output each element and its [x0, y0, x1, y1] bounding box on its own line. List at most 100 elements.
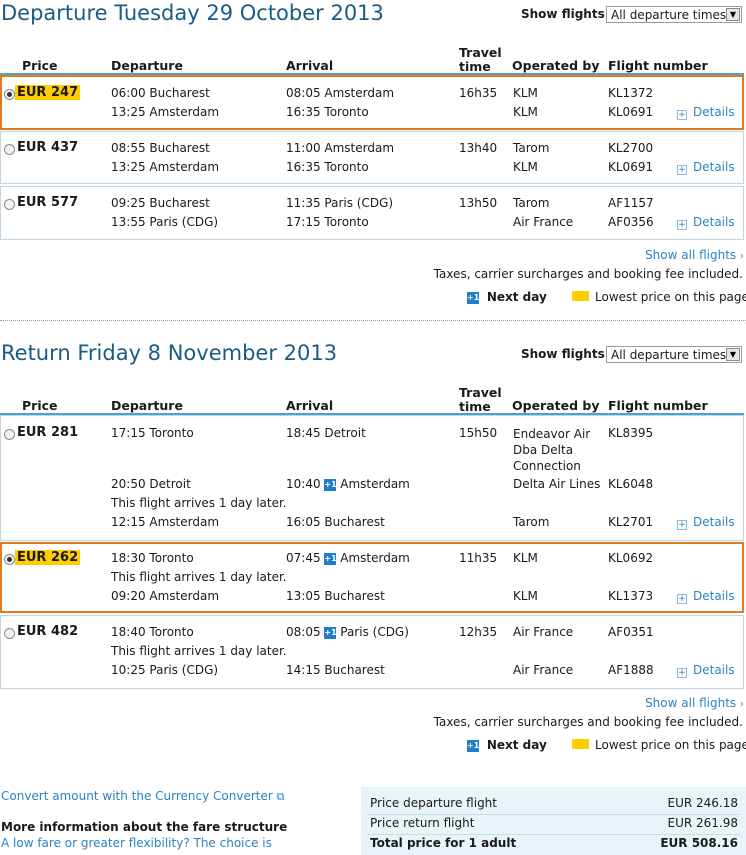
leg-departure: 18:40 Toronto: [111, 625, 194, 639]
taxes-note: Taxes, carrier surcharges and booking fe…: [433, 715, 743, 729]
expand-plus-icon: +: [677, 594, 687, 604]
details-link[interactable]: + Details: [677, 215, 735, 230]
leg-arrival: 08:05 +1 Paris (CDG): [286, 625, 409, 639]
leg-departure: 12:15 Amsterdam: [111, 515, 220, 529]
highlight-swatch-icon: [572, 739, 589, 749]
arrives-later-note: This flight arrives 1 day later.: [111, 496, 287, 510]
leg-arrival: 16:35 Toronto: [286, 160, 369, 174]
summary-return-row: Price return flight EUR 261.98: [370, 816, 738, 830]
flight-number: KL1372: [608, 86, 654, 100]
departure-show-flights-label: Show flights: [521, 7, 605, 21]
leg-arrival: 17:15 Toronto: [286, 215, 369, 229]
flight-number: KL6048: [608, 477, 654, 491]
radio-button[interactable]: [4, 144, 15, 155]
header-departure: Departure: [111, 398, 183, 413]
leg-arrival: 16:05 Bucharest: [286, 515, 385, 529]
arrives-later-note: This flight arrives 1 day later.: [111, 644, 287, 658]
radio-button[interactable]: [4, 199, 15, 210]
next-day-icon: +1: [467, 739, 480, 752]
currency-converter-link[interactable]: Convert amount with the Currency Convert…: [1, 789, 285, 804]
operator: KLM: [513, 105, 538, 119]
flight-option[interactable]: [0, 186, 744, 240]
leg-departure: 09:20 Amsterdam: [111, 589, 220, 603]
price-lowest: EUR 262: [15, 550, 81, 565]
summary-divider: [367, 814, 740, 815]
leg-departure: 13:55 Paris (CDG): [111, 215, 219, 229]
leg-arrival: 08:05 Amsterdam: [286, 86, 395, 100]
lowest-price-legend: Lowest price on this page: [572, 290, 746, 304]
external-link-icon: ⧉: [276, 790, 285, 803]
return-show-flights-label: Show flights: [521, 347, 605, 361]
radio-button[interactable]: [4, 628, 15, 639]
leg-departure: 18:30 Toronto: [111, 551, 194, 565]
flight-number: KL2700: [608, 141, 654, 155]
show-all-flights-link[interactable]: Show all flights ›: [645, 248, 744, 262]
leg-arrival: 10:40 +1 Amsterdam: [286, 477, 410, 491]
header-arrival: Arrival: [286, 58, 334, 73]
header-price: Price: [22, 398, 58, 413]
chevron-right-icon: ›: [740, 251, 744, 262]
return-show-flights-select[interactable]: All departure times ▼: [606, 346, 742, 363]
flight-number: KL2701: [608, 515, 654, 529]
leg-arrival: 11:35 Paris (CDG): [286, 196, 394, 210]
header-operated-by: Operated by: [512, 58, 600, 73]
details-link[interactable]: + Details: [677, 105, 735, 120]
expand-plus-icon: +: [677, 220, 687, 230]
chevron-down-icon: ▼: [726, 8, 740, 21]
operator: KLM: [513, 589, 538, 603]
operator: Air France: [513, 215, 574, 229]
price: EUR 281: [17, 425, 79, 440]
fare-choice-link[interactable]: A low fare or greater flexibility? The c…: [1, 836, 272, 850]
expand-plus-icon: +: [677, 165, 687, 175]
flight-number: KL0692: [608, 551, 654, 565]
leg-departure: 20:50 Detroit: [111, 477, 191, 491]
highlight-swatch-icon: [572, 291, 589, 301]
leg-departure: 17:15 Toronto: [111, 426, 194, 440]
flight-number: AF0356: [608, 215, 654, 229]
travel-time: 11h35: [459, 551, 498, 565]
header-operated-by: Operated by: [512, 398, 600, 413]
flight-number: KL8395: [608, 426, 654, 440]
departure-show-flights-select[interactable]: All departure times ▼: [606, 6, 742, 23]
operator: Air France: [513, 625, 574, 639]
leg-arrival: 14:15 Bucharest: [286, 663, 385, 677]
radio-selected[interactable]: [4, 89, 15, 100]
header-departure: Departure: [111, 58, 183, 73]
leg-departure: 09:25 Bucharest: [111, 196, 210, 210]
operator: KLM: [513, 86, 538, 100]
leg-departure: 06:00 Bucharest: [111, 86, 210, 100]
flight-number: AF1888: [608, 663, 654, 677]
departure-title: Departure Tuesday 29 October 2013: [1, 1, 384, 25]
price: EUR 437: [17, 140, 79, 155]
details-link[interactable]: + Details: [677, 160, 735, 175]
header-travel-time: Travel time: [459, 45, 502, 74]
radio-selected[interactable]: [4, 554, 15, 565]
fare-structure-heading: More information about the fare structur…: [1, 820, 288, 834]
departure-select-value: All departure times: [611, 8, 727, 22]
flight-option-selected[interactable]: [0, 75, 744, 130]
price: EUR 482: [17, 624, 79, 639]
header-flight-number: Flight number: [608, 398, 708, 413]
price: EUR 577: [17, 195, 79, 210]
header-flight-number: Flight number: [608, 58, 708, 73]
summary-total-row: Total price for 1 adult EUR 508.16: [370, 836, 738, 850]
details-link[interactable]: + Details: [677, 515, 735, 530]
details-link[interactable]: + Details: [677, 589, 735, 604]
operator: Air France: [513, 663, 574, 677]
operator: Tarom: [513, 196, 550, 210]
next-day-legend: +1 Next day: [467, 738, 547, 752]
show-all-flights-link[interactable]: Show all flights ›: [645, 696, 744, 710]
leg-departure: 08:55 Bucharest: [111, 141, 210, 155]
taxes-note: Taxes, carrier surcharges and booking fe…: [433, 267, 743, 281]
leg-departure: 13:25 Amsterdam: [111, 160, 220, 174]
flight-option[interactable]: [0, 131, 744, 184]
details-link[interactable]: + Details: [677, 663, 735, 678]
leg-arrival: 11:00 Amsterdam: [286, 141, 395, 155]
chevron-down-icon: ▼: [726, 348, 740, 361]
radio-button[interactable]: [4, 429, 15, 440]
return-title: Return Friday 8 November 2013: [1, 341, 338, 365]
flight-number: AF1157: [608, 196, 654, 210]
travel-time: 13h50: [459, 196, 498, 210]
leg-arrival: 18:45 Detroit: [286, 426, 366, 440]
leg-departure: 13:25 Amsterdam: [111, 105, 220, 119]
